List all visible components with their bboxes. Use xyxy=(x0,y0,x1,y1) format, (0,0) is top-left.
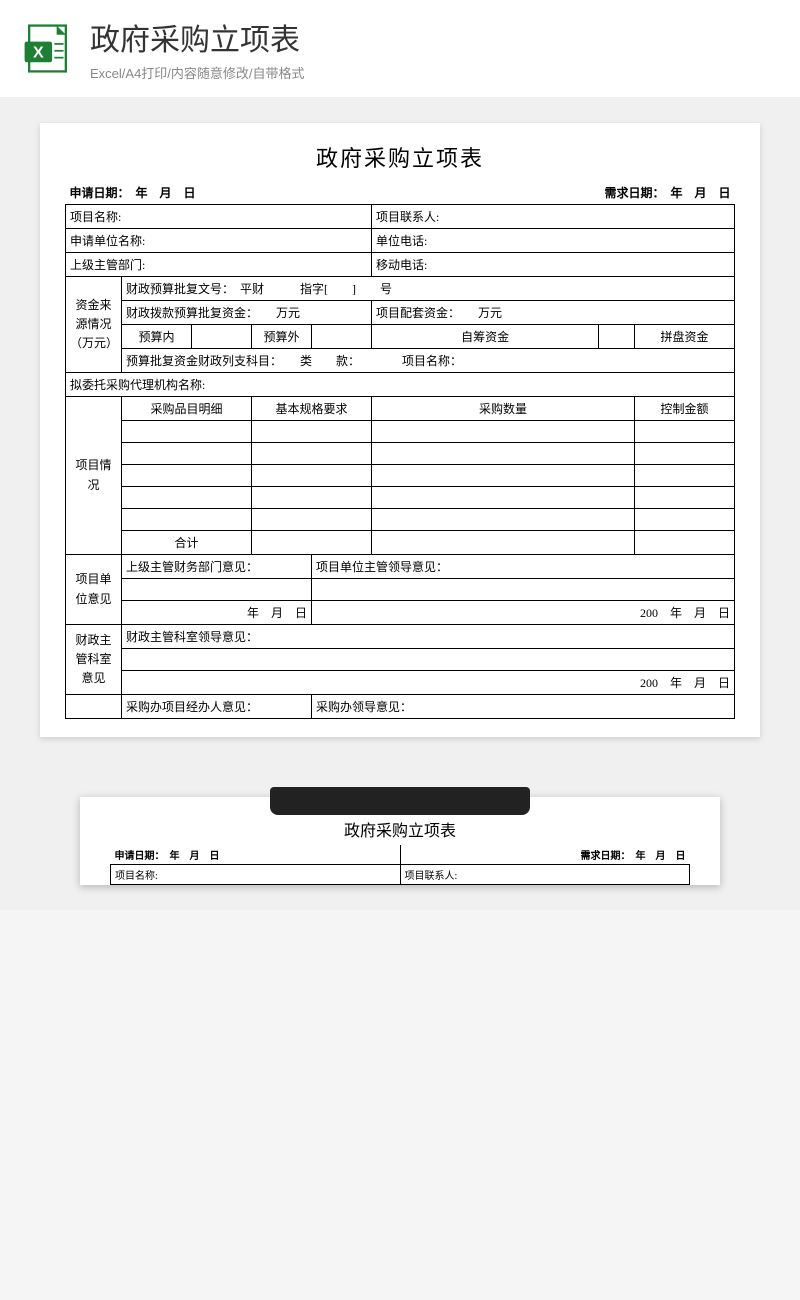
item-row xyxy=(122,465,252,487)
opinion-box xyxy=(122,649,735,671)
col-item: 采购品目明细 xyxy=(122,397,252,421)
total-label: 合计 xyxy=(122,531,252,555)
apply-date: 申请日期： 年 月 日 xyxy=(66,181,312,205)
project-name-cell: 项目名称: xyxy=(66,205,372,229)
mini-apply-date: 申请日期： 年 月 日 xyxy=(111,845,401,865)
item-row xyxy=(122,443,252,465)
document-area: 政府采购立项表 申请日期： 年 月 日 需求日期： 年 月 日 项目名称: 项目… xyxy=(0,98,800,910)
subject-cell: 预算批复资金财政列支科目： 类 款： 项目名称： xyxy=(122,349,735,373)
self-fund: 自筹资金 xyxy=(372,325,599,349)
self-fund-val xyxy=(599,325,635,349)
page-subtitle: Excel/A4打印/内容随意修改/自带格式 xyxy=(90,63,305,82)
opinion-box xyxy=(312,579,735,601)
date-200-b: 200 年 月 日 xyxy=(122,671,735,695)
mini-project-name: 项目名称: xyxy=(111,865,401,885)
form-title: 政府采购立项表 xyxy=(65,141,735,173)
col-amount: 控制金额 xyxy=(635,397,735,421)
opinion-box xyxy=(122,579,312,601)
item-row xyxy=(122,487,252,509)
agency-cell: 拟委托采购代理机构名称: xyxy=(66,373,735,397)
supervisor-finance: 上级主管财务部门意见： xyxy=(122,555,312,579)
item-row xyxy=(122,509,252,531)
budget-in-val xyxy=(192,325,252,349)
clipboard-preview: 政府采购立项表 申请日期： 年 月 日 需求日期： 年 月 日 项目名称: 项目… xyxy=(80,797,720,885)
item-row xyxy=(122,421,252,443)
supervisor-cell: 上级主管部门: xyxy=(66,253,372,277)
date-ymd: 年 月 日 xyxy=(122,601,312,625)
fiscal-office-label: 财政主管科室意见 xyxy=(66,625,122,695)
mini-demand-date: 需求日期： 年 月 日 xyxy=(400,845,690,865)
form-table: 申请日期： 年 月 日 需求日期： 年 月 日 项目名称: 项目联系人: 申请单… xyxy=(65,181,735,719)
apply-unit-cell: 申请单位名称: xyxy=(66,229,372,253)
svg-text:X: X xyxy=(33,44,44,62)
mobile-cell: 移动电话: xyxy=(372,253,735,277)
unit-leader: 项目单位主管领导意见： xyxy=(312,555,735,579)
budget-out-val xyxy=(312,325,372,349)
page-header: X 政府采购立项表 Excel/A4打印/内容随意修改/自带格式 xyxy=(0,0,800,98)
form-sheet: 政府采购立项表 申请日期： 年 月 日 需求日期： 年 月 日 项目名称: 项目… xyxy=(40,123,760,737)
fund-source-label: 资金来源情况（万元） xyxy=(66,277,122,373)
date-200: 200 年 月 日 xyxy=(312,601,735,625)
procure-handler: 采购办项目经办人意见： xyxy=(122,695,312,719)
project-contact-cell: 项目联系人: xyxy=(372,205,735,229)
item-section-label: 项目情况 xyxy=(66,397,122,555)
clipboard-clip-icon xyxy=(270,787,530,815)
fiscal-leader: 财政主管科室领导意见： xyxy=(122,625,735,649)
unit-phone-cell: 单位电话: xyxy=(372,229,735,253)
col-qty: 采购数量 xyxy=(372,397,635,421)
excel-icon: X xyxy=(20,21,75,76)
demand-date: 需求日期： 年 月 日 xyxy=(312,181,735,205)
preview-strip: 政府采购立项表 申请日期： 年 月 日 需求日期： 年 月 日 项目名称: 项目… xyxy=(40,797,760,885)
mini-contact: 项目联系人: xyxy=(400,865,690,885)
budget-out: 预算外 xyxy=(252,325,312,349)
blank-cell xyxy=(66,695,122,719)
unit-opinion-label: 项目单位意见 xyxy=(66,555,122,625)
page-title: 政府采购立项表 xyxy=(90,15,305,59)
col-spec: 基本规格要求 xyxy=(252,397,372,421)
fiscal-fund: 财政拨款预算批复资金： 万元 xyxy=(122,301,372,325)
budget-in: 预算内 xyxy=(122,325,192,349)
procure-leader: 采购办领导意见： xyxy=(312,695,735,719)
fiscal-doc: 财政预算批复文号： 平财 指字[ ] 号 xyxy=(122,277,735,301)
pool-fund: 拼盘资金 xyxy=(635,325,735,349)
matching-fund: 项目配套资金： 万元 xyxy=(372,301,735,325)
